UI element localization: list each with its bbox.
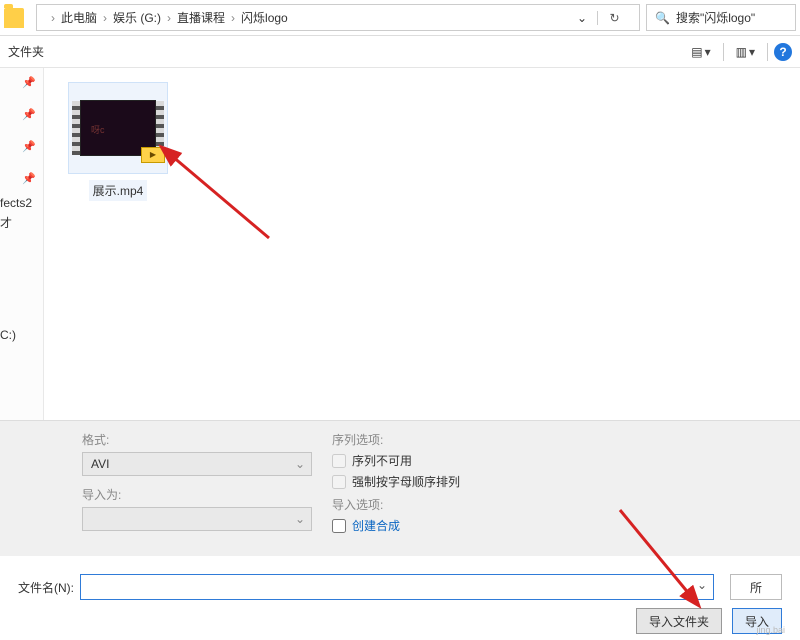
- toolbar: 文件夹 ▤ ▾ ▥ ▾ ?: [0, 36, 800, 68]
- crumb-root[interactable]: 此电脑: [61, 9, 97, 26]
- sidebar-item[interactable]: C:): [0, 328, 16, 342]
- import-as-label: 导入为:: [82, 486, 312, 503]
- crumb-folder2[interactable]: 闪烁logo: [241, 9, 288, 26]
- chevron-down-icon[interactable]: ⌄: [697, 578, 707, 592]
- address-bar: › 此电脑 › 娱乐 (G:) › 直播课程 › 闪烁logo ⌄ ↻ 🔍 搜索…: [0, 0, 800, 36]
- dialog-buttons: 导入文件夹 导入 jing.bai: [636, 608, 782, 634]
- import-button[interactable]: 导入 jing.bai: [732, 608, 782, 634]
- format-combo[interactable]: AVI ⌄: [82, 452, 312, 476]
- chevron-down-icon: ⌄: [295, 457, 305, 471]
- pin-icon: 📌: [22, 140, 36, 153]
- thumb-text: 呀c: [91, 123, 105, 136]
- divider: [723, 43, 724, 61]
- filename-input[interactable]: ⌄: [80, 574, 714, 600]
- search-icon: 🔍: [655, 11, 670, 25]
- file-thumbnail: 呀c ▶: [68, 82, 168, 174]
- grid-icon: ▤: [691, 45, 702, 59]
- chevron-right-icon: ›: [51, 11, 55, 25]
- pin-icon: 📌: [22, 172, 36, 185]
- import-as-combo[interactable]: ⌄: [82, 507, 312, 531]
- help-icon[interactable]: ?: [774, 43, 792, 61]
- chevron-right-icon: ›: [231, 11, 235, 25]
- file-item[interactable]: 呀c ▶ 展示.mp4: [68, 82, 168, 201]
- filename-label: 文件名(N):: [18, 579, 74, 596]
- search-placeholder: 搜索"闪烁logo": [676, 9, 755, 26]
- sequence-unavailable-checkbox: 序列不可用: [332, 452, 460, 469]
- format-value: AVI: [91, 457, 109, 471]
- file-list[interactable]: 呀c ▶ 展示.mp4: [44, 68, 800, 420]
- checkbox: [332, 475, 346, 489]
- annotation-arrow-icon: [154, 138, 274, 258]
- list-icon: ▥: [736, 45, 747, 59]
- search-input[interactable]: 🔍 搜索"闪烁logo": [646, 4, 796, 31]
- format-label: 格式:: [82, 431, 312, 448]
- refresh-button[interactable]: ↻: [597, 11, 631, 25]
- crumb-drive[interactable]: 娱乐 (G:): [113, 9, 161, 26]
- import-folder-button[interactable]: 导入文件夹: [636, 608, 722, 634]
- crumb-folder1[interactable]: 直播课程: [177, 9, 225, 26]
- chevron-down-icon[interactable]: ⌄: [577, 11, 587, 25]
- file-browser: 📌 📌 📌 📌 fects2 才 C:) 呀c ▶ 展示.mp4: [0, 68, 800, 420]
- checkbox[interactable]: [332, 519, 346, 533]
- format-filter-button[interactable]: 所: [730, 574, 782, 600]
- chevron-right-icon: ›: [167, 11, 171, 25]
- new-folder-button[interactable]: 文件夹: [8, 43, 44, 60]
- sidebar-item[interactable]: fects2: [0, 196, 32, 210]
- force-alpha-checkbox: 强制按字母顺序排列: [332, 473, 460, 490]
- filename-row: 文件名(N): ⌄ 所: [0, 574, 800, 600]
- checkbox: [332, 454, 346, 468]
- view-details-button[interactable]: ▥ ▾: [730, 41, 761, 63]
- divider: [767, 43, 768, 61]
- watermark-text: jing.bai: [756, 625, 785, 635]
- pin-icon: 📌: [22, 76, 36, 89]
- breadcrumb[interactable]: › 此电脑 › 娱乐 (G:) › 直播课程 › 闪烁logo ⌄ ↻: [36, 4, 640, 31]
- file-name: 展示.mp4: [89, 180, 148, 201]
- cursor-icon: ▶: [141, 147, 165, 163]
- import-options-panel: 格式: AVI ⌄ 导入为: ⌄ 序列选项: 序列不可用 强制按字母顺序排列 导…: [0, 420, 800, 556]
- view-thumbnails-button[interactable]: ▤ ▾: [685, 41, 716, 63]
- sidebar: 📌 📌 📌 📌 fects2 才 C:): [0, 68, 44, 420]
- folder-icon: [4, 8, 24, 28]
- pin-icon: 📌: [22, 108, 36, 121]
- sidebar-item[interactable]: 才: [0, 214, 12, 231]
- chevron-down-icon: ⌄: [295, 512, 305, 526]
- chevron-right-icon: ›: [103, 11, 107, 25]
- create-composition-checkbox[interactable]: 创建合成: [332, 517, 460, 534]
- sequence-options-label: 序列选项:: [332, 431, 460, 448]
- import-options-label: 导入选项:: [332, 496, 460, 513]
